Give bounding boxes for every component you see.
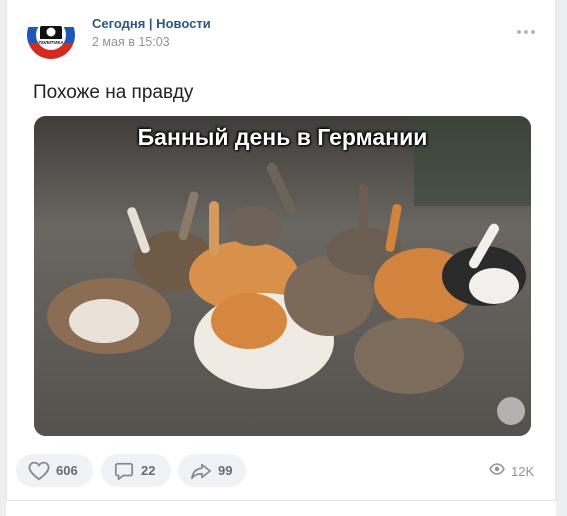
avatar-logo-text: ПОЛИТИКА xyxy=(39,40,65,45)
heart-icon xyxy=(28,460,50,482)
like-button[interactable]: 606 xyxy=(16,454,93,487)
post-time[interactable]: 2 мая в 15:03 xyxy=(92,35,170,49)
views-count: 12K xyxy=(511,463,535,479)
eye-icon xyxy=(489,462,505,480)
comment-icon xyxy=(113,460,135,482)
more-dots-icon[interactable] xyxy=(514,22,538,42)
post-text: Похоже на правду xyxy=(33,82,194,103)
like-count: 606 xyxy=(56,463,78,478)
share-icon xyxy=(190,460,212,482)
share-count: 99 xyxy=(218,463,233,478)
avatar[interactable]: ПОЛИТИКА xyxy=(27,11,75,59)
views-counter: 12K xyxy=(489,462,534,480)
comment-count: 22 xyxy=(141,463,156,478)
next-post-edge xyxy=(6,500,556,516)
post-card: ПОЛИТИКА Сегодня | Новости 2 мая в 15:03… xyxy=(6,0,556,500)
meme-caption: Банный день в Германии xyxy=(137,124,428,150)
post-author[interactable]: Сегодня | Новости xyxy=(92,16,211,31)
comment-button[interactable]: 22 xyxy=(101,454,171,487)
share-button[interactable]: 99 xyxy=(178,454,246,487)
post-image[interactable]: Банный день в Германии xyxy=(34,116,531,436)
